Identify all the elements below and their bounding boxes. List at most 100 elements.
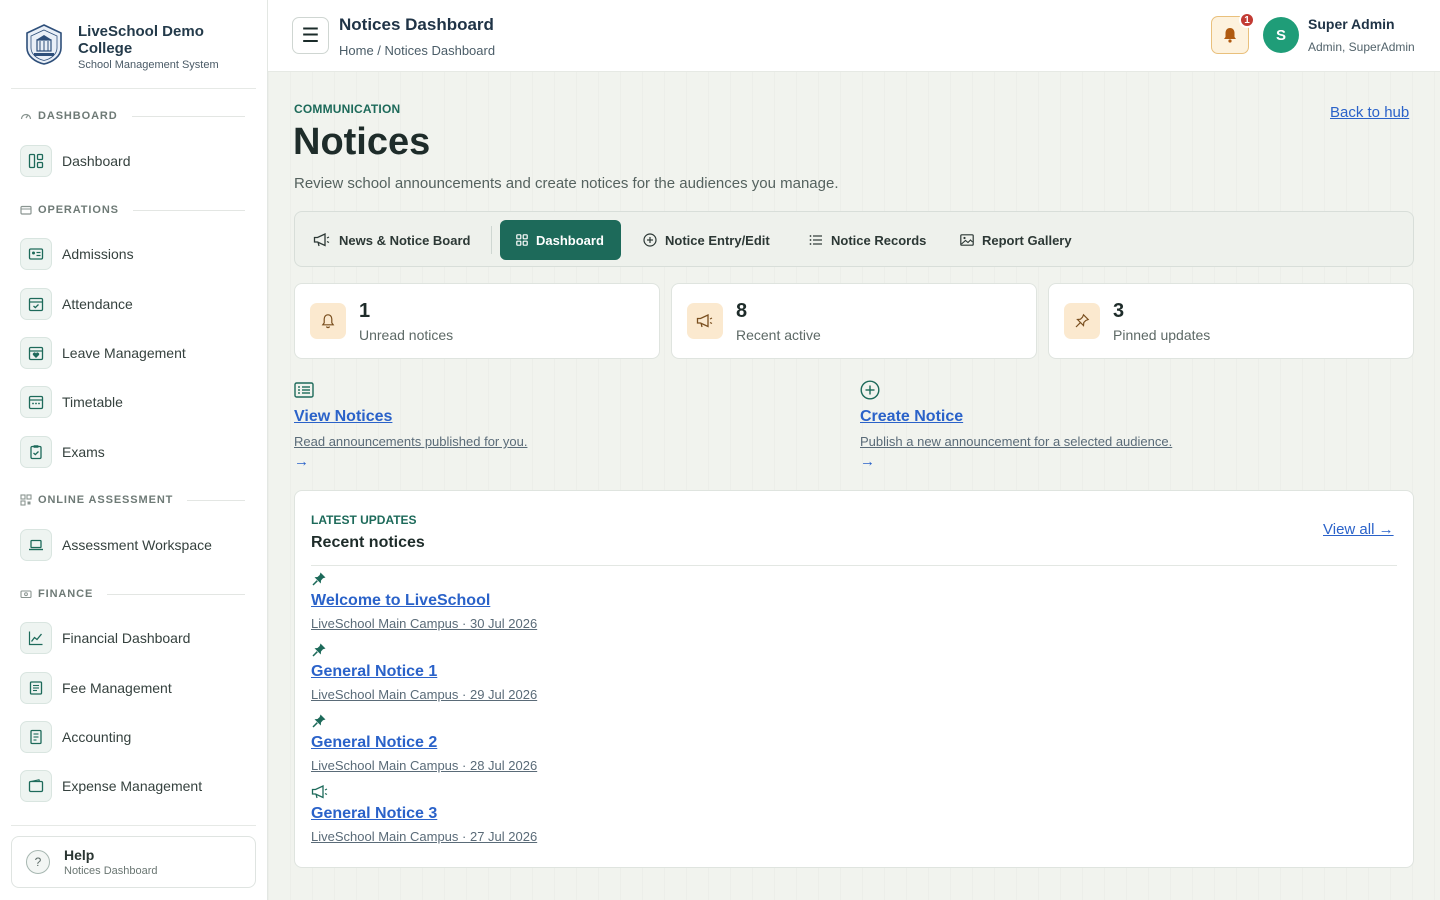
notice-title-link[interactable]: General Notice 2 (311, 734, 437, 752)
tab-news-notice-board[interactable]: News & Notice Board (297, 220, 486, 260)
user-role: Admin, SuperAdmin (1308, 40, 1415, 54)
main-content: COMMUNICATION Notices Review school anno… (268, 72, 1440, 900)
breadcrumb[interactable]: Home / Notices Dashboard (339, 43, 495, 58)
tab-report-gallery[interactable]: Report Gallery (944, 220, 1088, 260)
notice-meta: LiveSchool Main Campus · 29 Jul 2026 (311, 687, 538, 702)
create-notice-link[interactable]: Create Notice (860, 408, 963, 426)
recent-notices-card: LATEST UPDATES Recent notices View all →… (294, 490, 1414, 868)
bell-icon (1224, 28, 1236, 43)
stat-value: 3 (1113, 300, 1125, 322)
sidebar-item-expense-management[interactable]: Expense Management (20, 769, 252, 803)
view-notices-link[interactable]: View Notices (294, 408, 392, 426)
help-subtitle: Notices Dashboard (64, 865, 158, 877)
list-item[interactable]: General Notice 2 LiveSchool Main Campus … (311, 713, 811, 773)
section-online-assessment: ONLINE ASSESSMENT (20, 494, 245, 506)
sidebar-item-label: Expense Management (62, 778, 203, 794)
divider (11, 825, 256, 826)
help-card[interactable]: ? Help Notices Dashboard (11, 836, 256, 888)
stat-label: Unread notices (359, 327, 454, 343)
sidebar-item-label: Dashboard (62, 153, 131, 169)
chart-line-icon (20, 622, 52, 654)
arrow-right-icon[interactable]: → (294, 453, 694, 470)
stat-value: 1 (359, 300, 371, 322)
tab-notice-entry-edit[interactable]: Notice Entry/Edit (627, 220, 786, 260)
list-item[interactable]: Welcome to LiveSchool LiveSchool Main Ca… (311, 571, 811, 631)
wallet-icon (20, 770, 52, 802)
arrow-right-icon[interactable]: → (860, 453, 1260, 470)
section-dashboard: DASHBOARD (20, 110, 245, 122)
receipt-icon (20, 672, 52, 704)
sidebar-item-fee-management[interactable]: Fee Management (20, 671, 252, 705)
card-eyebrow: LATEST UPDATES (311, 513, 417, 527)
bell-icon (310, 303, 346, 339)
list-icon (809, 235, 822, 245)
tab-label: News & Notice Board (339, 232, 471, 248)
calendar-heart-icon (20, 337, 52, 369)
sidebar-item-exams[interactable]: Exams (20, 435, 252, 469)
notice-meta: LiveSchool Main Campus · 28 Jul 2026 (311, 758, 538, 773)
sidebar-item-label: Attendance (62, 296, 133, 312)
action-create-notice[interactable]: Create Notice Publish a new announcement… (860, 380, 1260, 470)
brand[interactable]: LiveSchool Demo College School Managemen… (22, 22, 228, 71)
brand-subtitle: School Management System (78, 59, 219, 71)
section-label: OPERATIONS (38, 204, 119, 216)
sidebar: LiveSchool Demo College School Managemen… (0, 0, 268, 900)
view-all-link[interactable]: View all → (1323, 521, 1394, 538)
sidebar-item-accounting[interactable]: Accounting (20, 720, 252, 754)
tab-label: Report Gallery (982, 232, 1072, 248)
image-icon (960, 234, 974, 246)
user-name[interactable]: Super Admin (1308, 16, 1395, 32)
action-description: Read announcements published for you. (294, 434, 528, 449)
section-finance: FINANCE (20, 588, 245, 600)
layout-icon (20, 145, 52, 177)
tab-notice-records[interactable]: Notice Records (793, 220, 942, 260)
pin-icon (1064, 303, 1100, 339)
menu-toggle-button[interactable]: ☰ (292, 17, 329, 54)
sidebar-item-admissions[interactable]: Admissions (20, 237, 252, 271)
sidebar-item-assessment-workspace[interactable]: Assessment Workspace (20, 528, 252, 562)
action-description: Publish a new announcement for a selecte… (860, 434, 1173, 449)
avatar[interactable]: S (1263, 17, 1299, 53)
section-line (107, 593, 245, 595)
gauge-icon (20, 110, 32, 122)
sidebar-item-attendance[interactable]: Attendance (20, 287, 252, 321)
tab-dashboard[interactable]: Dashboard (500, 220, 621, 260)
header-title: Notices Dashboard (339, 15, 494, 34)
notification-count-badge: 1 (1239, 12, 1255, 28)
hamburger-icon: ☰ (301, 25, 320, 47)
sidebar-item-leave-management[interactable]: Leave Management (20, 336, 252, 370)
stat-label: Recent active (736, 327, 821, 343)
list-item[interactable]: General Notice 1 LiveSchool Main Campus … (311, 642, 811, 702)
pin-icon (311, 571, 811, 587)
tab-label: Dashboard (536, 232, 604, 248)
action-view-notices[interactable]: View Notices Read announcements publishe… (294, 380, 694, 470)
sidebar-item-label: Leave Management (62, 345, 186, 361)
folder-icon (20, 204, 32, 216)
plus-circle-icon (860, 380, 1260, 400)
section-label: ONLINE ASSESSMENT (38, 494, 174, 506)
megaphone-icon (313, 233, 330, 247)
id-card-icon (20, 238, 52, 270)
clipboard-check-icon (20, 436, 52, 468)
pin-icon (311, 642, 811, 658)
card-title: Recent notices (311, 534, 425, 551)
section-operations: OPERATIONS (20, 204, 245, 216)
stat-label: Pinned updates (1113, 327, 1211, 343)
notice-title-link[interactable]: General Notice 3 (311, 805, 437, 823)
page-title: Notices (293, 121, 431, 163)
sidebar-item-dashboard[interactable]: Dashboard (20, 144, 252, 178)
sidebar-item-timetable[interactable]: Timetable (20, 385, 252, 419)
notice-title-link[interactable]: General Notice 1 (311, 663, 437, 681)
sidebar-item-financial-dashboard[interactable]: Financial Dashboard (20, 621, 252, 655)
list-item[interactable]: General Notice 3 LiveSchool Main Campus … (311, 784, 811, 844)
plus-circle-icon (643, 233, 657, 247)
grid-icon (516, 234, 528, 246)
stat-card-recent-active: 8 Recent active (671, 283, 1037, 359)
calendar-check-icon (20, 288, 52, 320)
divider (11, 88, 256, 89)
stat-card-unread: 1 Unread notices (294, 283, 660, 359)
section-line (187, 499, 245, 501)
topbar: ☰ Notices Dashboard Home / Notices Dashb… (268, 0, 1440, 72)
notice-title-link[interactable]: Welcome to LiveSchool (311, 592, 490, 610)
back-to-hub-link[interactable]: Back to hub (1330, 104, 1409, 121)
